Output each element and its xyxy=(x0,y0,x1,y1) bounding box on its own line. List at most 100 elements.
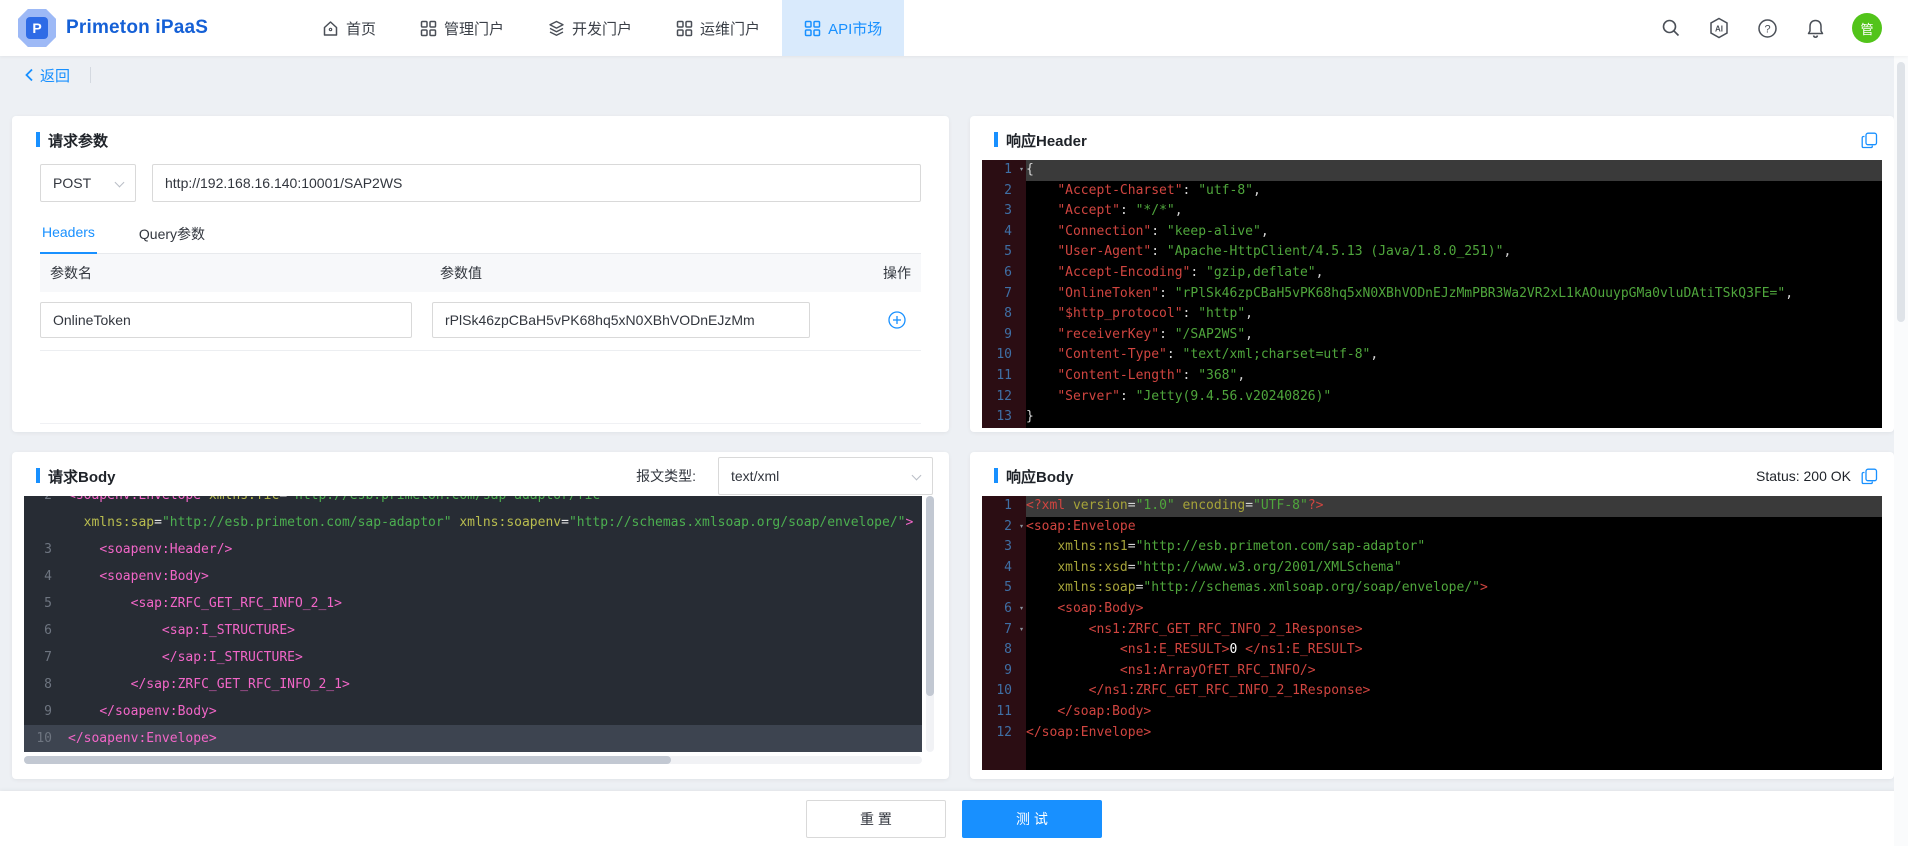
http-method-select[interactable]: POST xyxy=(40,164,136,202)
fold-arrow-icon[interactable]: ▾ xyxy=(1019,160,1024,181)
divider xyxy=(90,67,92,83)
col-header-value: 参数值 xyxy=(440,265,482,281)
code-line: 6 ▾ <soap:Body> xyxy=(982,599,1882,620)
code-line: 5 xmlns:soap="http://schemas.xmlsoap.org… xyxy=(1004,580,1488,596)
code-line: 8 </sap:ZRFC_GET_RFC_INFO_2_1> xyxy=(44,677,350,692)
horizontal-scrollbar[interactable] xyxy=(24,756,922,764)
reset-button[interactable]: 重 置 xyxy=(806,799,946,838)
back-button[interactable]: 返回 xyxy=(24,65,70,86)
code-line: 9 </soapenv:Body> xyxy=(44,704,217,719)
code-line: 12 </soap:Envelope> xyxy=(996,724,1152,740)
grid-icon xyxy=(676,20,693,37)
fold-arrow-icon[interactable]: ▾ xyxy=(1019,599,1024,620)
status-badge: Status: 200 OK xyxy=(1756,468,1851,484)
code-line: 8 <ns1:E_RESULT>0 </ns1:E_RESULT> xyxy=(1004,642,1363,658)
search-icon[interactable] xyxy=(1660,17,1682,39)
nav-item-label: API市场 xyxy=(828,20,883,38)
nav-item-运维门户[interactable]: 运维门户 xyxy=(654,0,782,56)
logo-letter: P xyxy=(26,17,48,39)
params-table: 参数名 参数值 操作 xyxy=(40,254,921,351)
response-body-panel: 响应Body Status: 200 OK 1 <?xml version="1.… xyxy=(970,452,1894,779)
brand-name: Primeton iPaaS xyxy=(66,17,209,38)
code-line: 3 "Accept": "*/*", xyxy=(1004,203,1183,219)
grid-icon xyxy=(420,20,437,37)
help-icon[interactable]: ? xyxy=(1756,17,1778,39)
chevron-left-icon xyxy=(25,68,33,82)
code-line: 11 </soap:Body> xyxy=(996,703,1152,719)
panel-title: 请求参数 xyxy=(36,130,108,151)
code-line: 4 xmlns:xsd="http://www.w3.org/2001/XMLS… xyxy=(1004,559,1402,575)
nav-item-API市场[interactable]: API市场 xyxy=(782,0,905,56)
code-line: 5 "User-Agent": "Apache-HttpClient/4.5.1… xyxy=(1004,244,1512,260)
code-line: 2 "Accept-Charset": "utf-8", xyxy=(1004,182,1261,198)
nav-item-首页[interactable]: 首页 xyxy=(300,0,398,56)
add-param-button[interactable] xyxy=(873,311,921,329)
back-label: 返回 xyxy=(40,67,71,85)
col-header-operation: 操作 xyxy=(883,265,911,281)
request-body-code[interactable]: 2<soapenv:Envelope xmlns:fic="http://esb… xyxy=(24,496,922,752)
nav-item-label: 管理门户 xyxy=(444,20,505,38)
bell-icon[interactable] xyxy=(1804,17,1826,39)
nav-item-label: 运维门户 xyxy=(700,20,761,38)
nav-item-label: 开发门户 xyxy=(572,20,633,38)
response-header-code[interactable]: 1 ▾{2 "Accept-Charset": "utf-8", 3 "Accept… xyxy=(982,160,1882,428)
home-icon xyxy=(322,20,339,37)
code-line: 7 ▾ <ns1:ZRFC_GET_RFC_INFO_2_1Response> xyxy=(982,620,1882,641)
message-type-label: 报文类型: xyxy=(636,468,696,484)
code-line: 10 "Content-Type": "text/xml;charset=utf… xyxy=(996,347,1379,363)
code-line: 1 ▾{ xyxy=(982,160,1882,181)
copy-button[interactable] xyxy=(1861,132,1878,149)
code-line: 7 "OnlineToken": "rPlSk46zpCBaH5vPK68hq5… xyxy=(1004,285,1794,301)
table-row xyxy=(40,292,921,351)
fold-arrow-icon[interactable]: ▾ xyxy=(1019,620,1024,641)
url-input[interactable] xyxy=(152,164,921,202)
brand: P Primeton iPaaS xyxy=(0,9,260,47)
code-line: 4 "Connection": "keep-alive", xyxy=(1004,223,1269,239)
back-row: 返回 xyxy=(24,60,92,90)
code-line: 12 "Server": "Jetty(9.4.56.v20240826)" xyxy=(996,388,1332,404)
action-footer: 重 置 测 试 xyxy=(0,791,1908,846)
message-type-value: text/xml xyxy=(731,468,780,484)
code-line: 9 "receiverKey": "/SAP2WS", xyxy=(1004,326,1253,342)
code-line: 3 xmlns:ns1="http://esb.primeton.com/sap… xyxy=(1004,539,1426,555)
code-line: 9 <ns1:ArrayOfET_RFC_INFO/> xyxy=(1004,662,1316,678)
plus-circle-icon xyxy=(888,311,906,329)
page-scrollbar[interactable] xyxy=(1894,56,1908,846)
param-name-input[interactable] xyxy=(40,302,412,338)
nav-item-开发门户[interactable]: 开发门户 xyxy=(526,0,654,56)
message-type-select[interactable]: text/xml xyxy=(718,457,933,495)
nav-item-管理门户[interactable]: 管理门户 xyxy=(398,0,526,56)
tab-Query参数[interactable]: Query参数 xyxy=(137,216,207,253)
code-line: 2 ▾ <soap:Envelope xyxy=(982,517,1882,538)
request-params-panel: 请求参数 POST Headers Query参数 参数名 参数值 操作 xyxy=(12,116,949,432)
copy-icon xyxy=(1861,468,1878,484)
top-bar: P Primeton iPaaS 首页 管理门户 开发门户 运维门户 API市场 AI … xyxy=(0,0,1908,56)
code-line: 13} xyxy=(996,409,1034,425)
chevron-down-icon xyxy=(114,177,125,188)
panel-title: 请求Body xyxy=(36,466,116,487)
user-avatar[interactable]: 管 xyxy=(1852,13,1882,43)
svg-text:AI: AI xyxy=(1715,25,1723,34)
top-icons: AI ? 管 xyxy=(1660,13,1908,43)
param-value-input[interactable] xyxy=(432,302,810,338)
response-body-code[interactable]: 1 <?xml version="1.0" encoding="UTF-8"?> 2… xyxy=(982,496,1882,770)
code-line: 3 <soapenv:Header/> xyxy=(44,542,233,557)
vertical-scrollbar[interactable] xyxy=(926,496,934,752)
code-line: 8 "$http_protocol": "http", xyxy=(1004,306,1253,322)
code-line: 11 "Content-Length": "368", xyxy=(996,367,1246,383)
test-button[interactable]: 测 试 xyxy=(962,799,1102,838)
svg-text:?: ? xyxy=(1764,23,1770,35)
code-line: 2<soapenv:Envelope xmlns:fic="http://esb… xyxy=(24,496,922,509)
copy-button[interactable] xyxy=(1861,468,1878,485)
param-tabs: Headers Query参数 xyxy=(40,216,921,254)
divider xyxy=(40,423,921,424)
tab-Headers[interactable]: Headers xyxy=(40,216,97,254)
code-line: 7 </sap:I_STRUCTURE> xyxy=(44,650,303,665)
code-line: 1 <?xml version="1.0" encoding="UTF-8"?> xyxy=(982,496,1882,517)
response-header-panel: 响应Header 1 ▾{2 "Accept-Charset": "utf-8",… xyxy=(970,116,1894,432)
fold-arrow-icon[interactable]: ▾ xyxy=(1019,517,1024,538)
code-line: 6 "Accept-Encoding": "gzip,deflate", xyxy=(1004,264,1324,280)
ai-assistant-icon[interactable]: AI xyxy=(1708,17,1730,39)
main-nav: 首页 管理门户 开发门户 运维门户 API市场 xyxy=(300,0,905,56)
grid-icon xyxy=(804,20,821,37)
